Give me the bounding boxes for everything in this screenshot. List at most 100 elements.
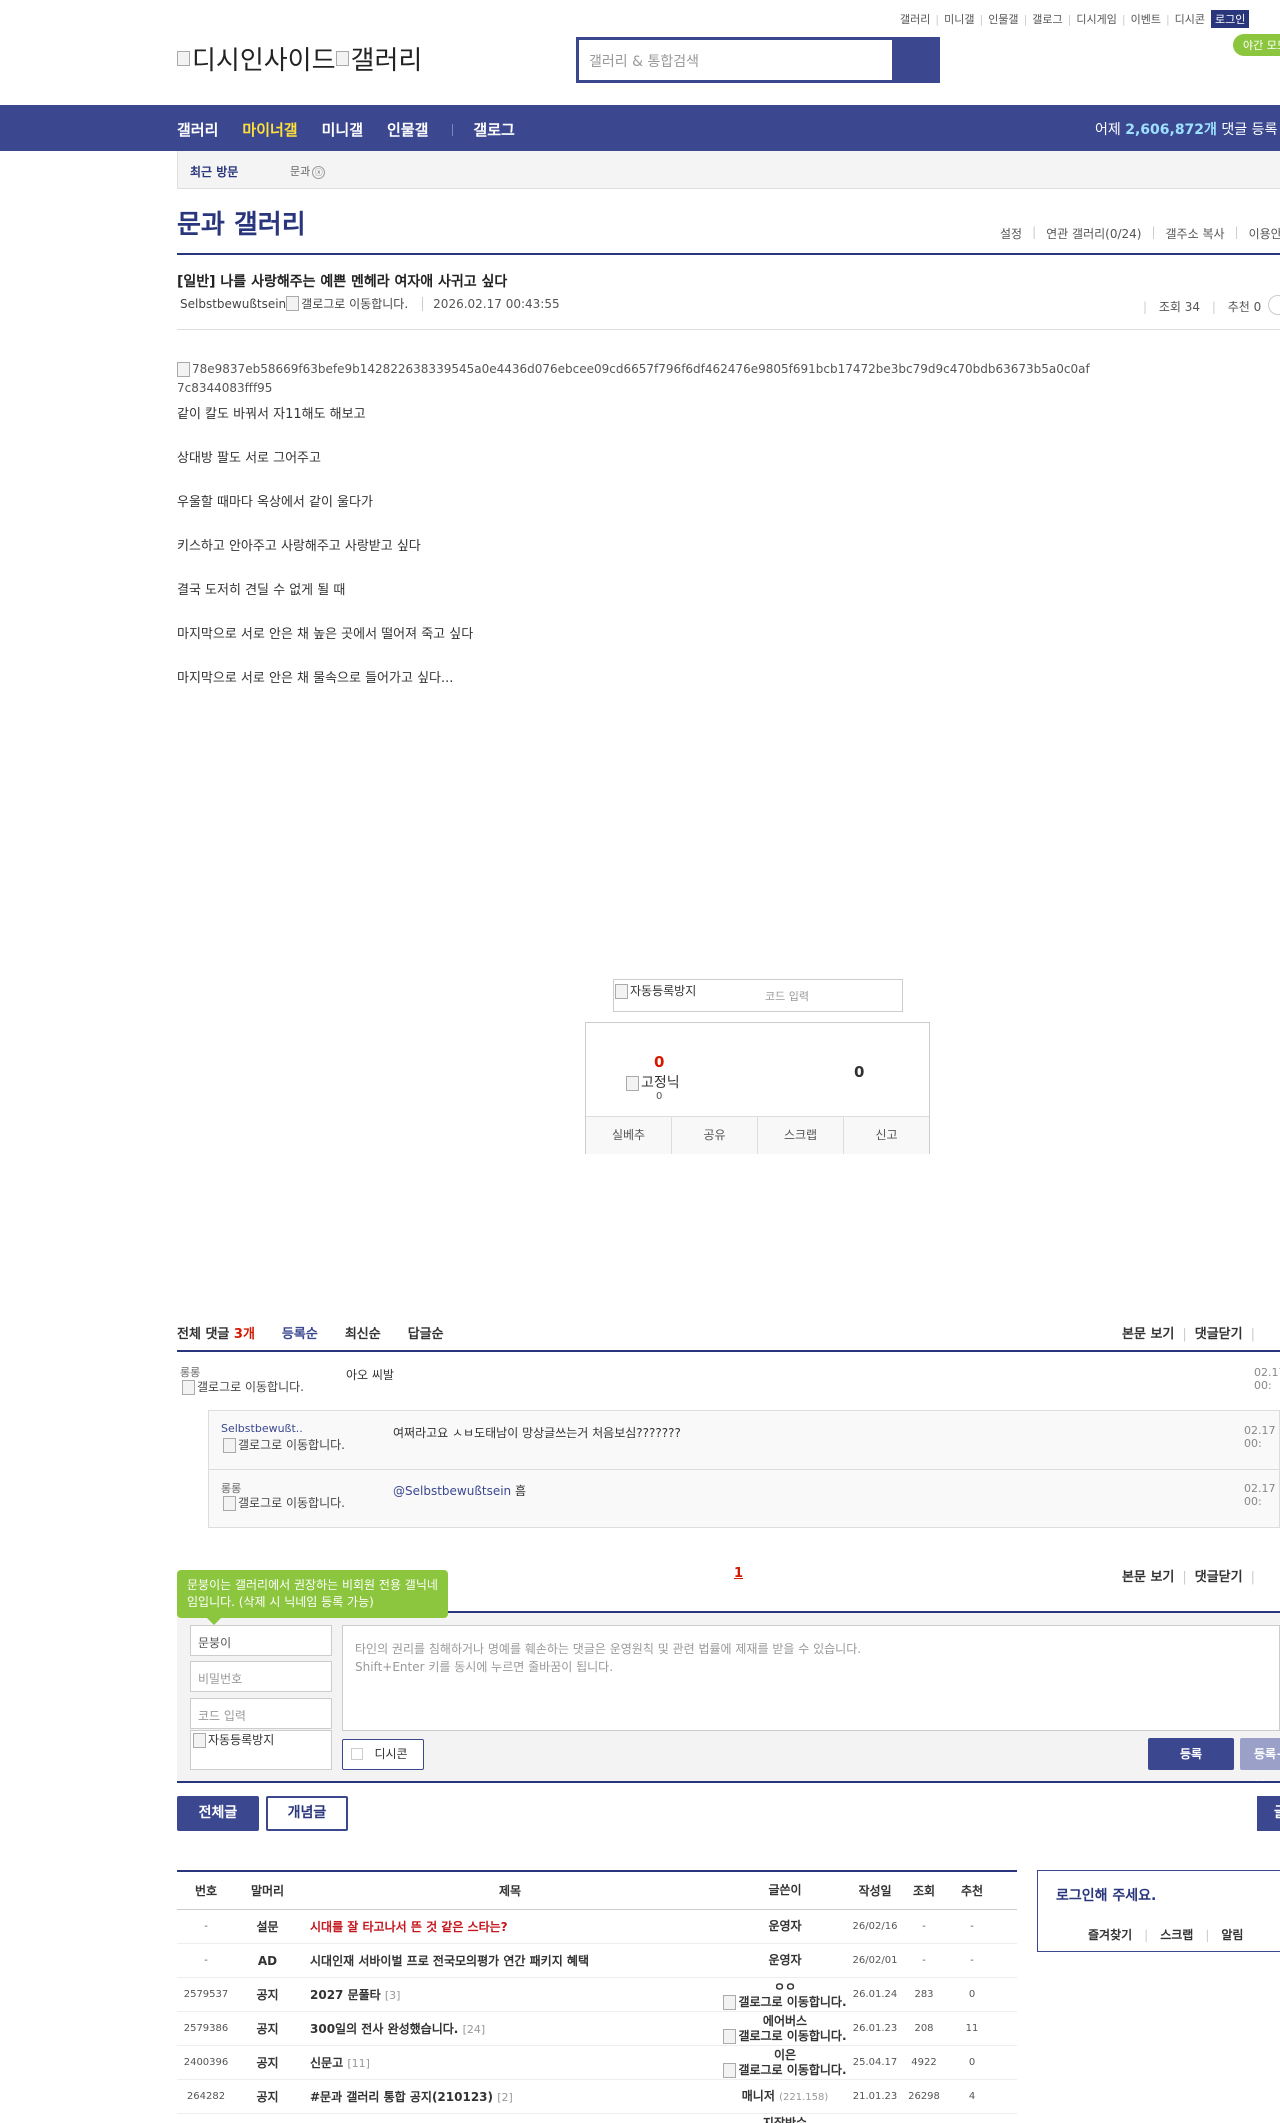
- nav-mini-gallery[interactable]: 미니갤: [322, 119, 363, 140]
- scrap-link[interactable]: 스크랩: [1160, 1928, 1193, 1942]
- option-guide[interactable]: 이용안내: [1249, 225, 1280, 242]
- option-related-gallery[interactable]: 연관 갤러리(0/24): [1046, 225, 1141, 242]
- fixed-nick-upvote[interactable]: 고정닉: [626, 1072, 680, 1092]
- reply-count[interactable]: [11]: [347, 2057, 370, 2070]
- row-title[interactable]: 시대인재 서바이벌 프로 전국모의평가 연간 패키지 혜택: [300, 1952, 720, 1969]
- row-title[interactable]: 300일의 전사 완성했습니다. [24]: [300, 2020, 720, 2037]
- write-button[interactable]: 글쓰기: [1257, 1796, 1280, 1891]
- row-writer[interactable]: 운영자: [720, 1953, 850, 1968]
- report-button[interactable]: 신고: [844, 1117, 929, 1154]
- upvote-count[interactable]: 0: [654, 1053, 664, 1071]
- nav-gallog[interactable]: 갤로그: [473, 119, 514, 140]
- site-logo[interactable]: 디시인사이드 갤러리: [177, 40, 422, 77]
- writer-name[interactable]: 에어버스: [720, 2014, 850, 2029]
- row-title-text[interactable]: 신문고: [310, 2056, 343, 2070]
- row-title[interactable]: 시대를 잘 타고나서 뜬 것 같은 스타는?: [300, 1918, 720, 1935]
- gallery-title[interactable]: 문과 갤러리: [177, 204, 306, 241]
- writer-name[interactable]: 매니저 (221.158): [720, 2089, 850, 2105]
- row-writer[interactable]: 운영자: [720, 1919, 850, 1934]
- table-row[interactable]: 2579537 공지 2027 문풀타 [3] ㅇㅇ 갤로그로 이동합니다. 26.01.…: [177, 1978, 1017, 2012]
- password-field[interactable]: 비밀번호: [190, 1661, 332, 1692]
- nav-person-gallery[interactable]: 인물갤: [387, 119, 428, 140]
- topnav-dcgame[interactable]: 디시게임: [1076, 11, 1116, 27]
- captcha-code-input[interactable]: 코드 입력: [765, 988, 809, 1004]
- search-button[interactable]: [895, 40, 937, 80]
- gallog-link[interactable]: 갤로그로 이동합니다.: [223, 1496, 358, 1511]
- gallog-link[interactable]: 갤로그로 이동합니다.: [720, 1994, 850, 2010]
- reply-count[interactable]: [24]: [463, 2023, 486, 2036]
- submit-button[interactable]: 등록: [1148, 1738, 1234, 1770]
- dccon-button[interactable]: 디시콘: [342, 1739, 424, 1770]
- row-writer[interactable]: 지잡반수갤로그로 이동합니다.: [720, 2116, 850, 2123]
- view-post-button[interactable]: 본문 보기: [1122, 1570, 1174, 1585]
- table-row[interactable]: - 설문 시대를 잘 타고나서 뜬 것 같은 스타는? 운영자 26/02/16 - -: [177, 1910, 1017, 1944]
- gallog-link[interactable]: 갤로그로 이동합니다.: [720, 2028, 850, 2044]
- writer-name[interactable]: 운영자: [720, 1919, 850, 1934]
- gallog-link[interactable]: 갤로그로 이동합니다.: [720, 2062, 850, 2078]
- comment-nick[interactable]: 롱롱: [180, 1364, 200, 1380]
- comment-textarea[interactable]: 타인의 권리를 침해하거나 명예를 훼손하는 댓글은 운영원칙 및 관련 법률에…: [342, 1625, 1280, 1731]
- favorites-link[interactable]: 즐겨찾기: [1088, 1928, 1132, 1942]
- sort-replies[interactable]: 답글순: [408, 1323, 444, 1342]
- tab-concept-posts[interactable]: 개념글: [266, 1796, 348, 1831]
- row-writer[interactable]: ㅇㅇ 갤로그로 이동합니다.: [720, 1980, 850, 2010]
- notification-link[interactable]: 알림: [1221, 1928, 1243, 1942]
- reply-count[interactable]: [3]: [385, 1989, 401, 2002]
- sort-registered[interactable]: 등록순: [282, 1323, 318, 1342]
- row-writer[interactable]: 에어버스 갤로그로 이동합니다.: [720, 2014, 850, 2044]
- row-title-text[interactable]: #문과 갤러리 통합 공지(210123): [310, 2090, 493, 2104]
- more-button[interactable]: [1268, 295, 1280, 315]
- writer-name[interactable]: 지잡반수: [720, 2116, 850, 2123]
- row-title-text[interactable]: 시대를 잘 타고나서 뜬 것 같은 스타는?: [310, 1920, 508, 1934]
- topnav-minor-gallery[interactable]: 미니갤: [944, 11, 974, 27]
- topnav-person-gallery[interactable]: 인물갤: [988, 11, 1018, 27]
- post-author[interactable]: Selbstbewußtsein: [180, 297, 286, 311]
- option-settings[interactable]: 설정: [1000, 225, 1022, 242]
- night-mode-button[interactable]: 야간 모드: [1233, 34, 1280, 56]
- row-title[interactable]: #문과 갤러리 통합 공지(210123) [2]: [300, 2088, 720, 2105]
- row-title[interactable]: 2027 문풀타 [3]: [300, 1986, 720, 2003]
- comment-nick[interactable]: 롱롱: [221, 1480, 241, 1496]
- comment-page-number[interactable]: 1: [734, 1566, 743, 1581]
- writer-name[interactable]: 운영자: [720, 1953, 850, 1968]
- topnav-dccon[interactable]: 디시콘: [1175, 11, 1205, 27]
- view-post-button[interactable]: 본문 보기: [1122, 1327, 1174, 1342]
- close-comments-button[interactable]: 댓글닫기: [1195, 1570, 1243, 1585]
- submit-recommend-button[interactable]: 등록+추천: [1240, 1738, 1280, 1793]
- close-comments-button[interactable]: 댓글닫기: [1195, 1327, 1243, 1342]
- captcha-code-field[interactable]: 코드 입력: [190, 1698, 332, 1729]
- topnav-gallog[interactable]: 갤로그: [1032, 11, 1062, 27]
- row-title-text[interactable]: 2027 문풀타: [310, 1988, 381, 2002]
- tab-all-posts[interactable]: 전체글: [177, 1796, 259, 1831]
- share-button[interactable]: 공유: [672, 1117, 758, 1154]
- nav-gallery[interactable]: 갤러리: [177, 119, 218, 140]
- row-title-text[interactable]: 시대인재 서바이벌 프로 전국모의평가 연간 패키지 혜택: [310, 1954, 589, 1968]
- option-copy-address[interactable]: 갤주소 복사: [1166, 225, 1225, 242]
- nav-minor-gallery[interactable]: 마이너갤: [242, 119, 297, 140]
- recent-visit-label[interactable]: 문과: [290, 165, 310, 178]
- close-icon[interactable]: ⓧ: [312, 166, 326, 179]
- row-writer[interactable]: 이은 갤로그로 이동합니다.: [720, 2048, 850, 2078]
- downvote-count[interactable]: 0: [854, 1063, 864, 1081]
- writer-name[interactable]: ㅇㅇ: [720, 1980, 850, 1995]
- search-input[interactable]: 갤러리 & 통합검색: [579, 40, 895, 80]
- table-row[interactable]: - AD 시대인재 서바이벌 프로 전국모의평가 연간 패키지 혜택 운영자 26/02…: [177, 1944, 1017, 1978]
- gallog-link[interactable]: 갤로그로 이동합니다.: [223, 1438, 358, 1453]
- topnav-event[interactable]: 이벤트: [1131, 11, 1161, 27]
- table-row[interactable]: 2579386 공지 300일의 전사 완성했습니다. [24] 에어버스 갤로그로 이…: [177, 2012, 1017, 2046]
- login-button[interactable]: 로그인: [1211, 10, 1250, 28]
- table-row[interactable]: 2400396 공지 신문고 [11] 이은 갤로그로 이동합니다. 25.04.17 49…: [177, 2046, 1017, 2080]
- gallog-link[interactable]: 갤로그로 이동합니다.: [182, 1380, 317, 1395]
- nickname-field[interactable]: 문붕이: [190, 1625, 332, 1656]
- topnav-gallery[interactable]: 갤러리: [900, 11, 930, 27]
- gallog-link[interactable]: 갤로그로 이동합니다.: [301, 295, 408, 312]
- reply-count[interactable]: [2]: [497, 2091, 513, 2104]
- scrap-button[interactable]: 스크랩: [758, 1117, 844, 1154]
- writer-name[interactable]: 이은: [720, 2048, 850, 2063]
- row-title[interactable]: 신문고 [11]: [300, 2054, 720, 2071]
- login-prompt[interactable]: 로그인해 주세요.: [1056, 1885, 1156, 1905]
- row-title-text[interactable]: 300일의 전사 완성했습니다.: [310, 2022, 458, 2036]
- comment-nick[interactable]: Selbstbewußt..: [221, 1422, 303, 1435]
- table-row[interactable]: 92338공지파딱들 톡파 메모 정리 [10]지잡반수갤로그로 이동합니다.2…: [177, 2114, 1017, 2123]
- real-best-button[interactable]: 실베추: [586, 1117, 672, 1154]
